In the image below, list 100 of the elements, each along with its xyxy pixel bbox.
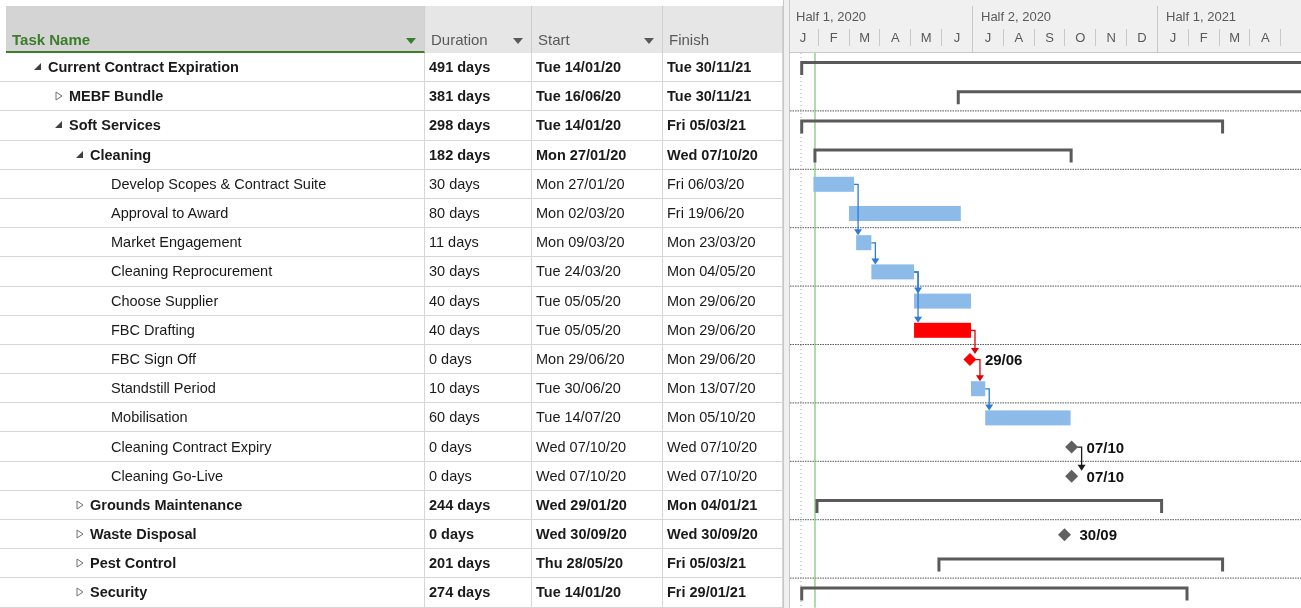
timescale-label: J — [942, 29, 973, 46]
link-line — [970, 329, 976, 350]
table-cell: Wed 30/09/20 — [532, 520, 663, 550]
timescale-label: A — [1003, 29, 1035, 46]
column-header[interactable]: Finish — [663, 6, 783, 53]
link-line — [870, 242, 876, 261]
dropdown-caret-icon — [644, 38, 654, 44]
table-cell: 10 days — [425, 374, 532, 404]
timescale-label: Half 1, 2021 — [1165, 8, 1238, 26]
timescale-label: O — [1065, 29, 1097, 46]
table-cell: 182 days — [425, 140, 532, 170]
table-cell: Tue 05/05/20 — [532, 286, 663, 316]
timescale-label: J — [790, 29, 819, 46]
column-header[interactable]: Task Name — [6, 6, 425, 53]
timescale-label: J — [1158, 29, 1189, 46]
table-cell: Tue 14/01/20 — [532, 111, 663, 141]
timescale-label: A — [1250, 29, 1282, 46]
task-name: Grounds Maintenance — [90, 496, 243, 513]
table-cell: Mon 09/03/20 — [532, 228, 663, 258]
bar-label: 07/10 — [1086, 438, 1125, 456]
table-cell: Mon 29/06/20 — [532, 344, 663, 375]
table-cell: 0 days — [425, 520, 532, 550]
column-header[interactable]: Duration — [425, 6, 532, 53]
task-name: MEBF Bundle — [69, 88, 164, 105]
task-bar[interactable] — [914, 293, 971, 309]
table-cell: 381 days — [425, 82, 532, 112]
table-cell: 0 days — [425, 432, 532, 462]
timescale-label: S — [1034, 29, 1066, 46]
timescale-label: M — [911, 29, 943, 46]
table-cell: Tue 14/01/20 — [532, 53, 663, 83]
expand-caret-icon[interactable] — [55, 91, 63, 102]
link-line — [1076, 446, 1083, 467]
bar-label: 07/10 — [1086, 467, 1125, 485]
task-name: Develop Scopes & Contract Suite — [111, 175, 327, 192]
table-cell: 80 days — [425, 198, 532, 229]
link-line — [975, 358, 981, 377]
milestone-marker[interactable] — [1065, 469, 1079, 483]
table-cell: 11 days — [425, 228, 532, 258]
bar-label: 29/06 — [984, 351, 1023, 368]
summary-bar[interactable] — [800, 61, 1301, 75]
table-cell: Thu 28/05/20 — [532, 549, 663, 579]
collapse-caret-icon[interactable] — [55, 121, 63, 130]
dropdown-caret-icon — [513, 38, 523, 44]
task-name: Choose Supplier — [111, 292, 219, 309]
table-cell: 0 days — [425, 344, 532, 375]
dropdown-caret-icon — [406, 38, 416, 44]
task-name: FBC Sign Off — [111, 350, 197, 367]
task-name: Cleaning Go-Live — [111, 467, 224, 484]
table-cell: 298 days — [425, 111, 532, 141]
task-name: Cleaning Reprocurement — [111, 263, 273, 280]
task-name: Market Engagement — [111, 234, 242, 251]
task-name: Waste Disposal — [90, 526, 197, 543]
table-cell: Wed 07/10/20 — [532, 461, 663, 491]
table-cell: 40 days — [425, 286, 532, 316]
column-header[interactable]: Start — [532, 6, 663, 53]
task-name: Cleaning Contract Expiry — [111, 438, 272, 455]
collapse-caret-icon[interactable] — [76, 150, 84, 159]
timescale-label: F — [818, 29, 850, 46]
timescale-label: M — [849, 29, 881, 46]
summary-bar[interactable] — [813, 148, 1073, 163]
task-name: Cleaning — [90, 146, 152, 163]
table-cell: 30 days — [425, 257, 532, 287]
collapse-caret-icon[interactable] — [34, 63, 42, 72]
table-cell: Mon 02/03/20 — [532, 198, 663, 229]
timescale-label: J — [973, 29, 1004, 46]
expand-caret-icon[interactable] — [76, 558, 84, 569]
table-cell: 244 days — [425, 490, 532, 520]
link-line — [853, 183, 859, 231]
table-cell: Tue 30/06/20 — [532, 374, 663, 404]
table-cell: Mon 27/01/20 — [532, 169, 663, 199]
link-line — [984, 388, 990, 407]
summary-bar[interactable] — [815, 499, 1164, 513]
expand-caret-icon[interactable] — [76, 499, 84, 510]
table-cell: 0 days — [425, 461, 532, 491]
table-cell: Tue 14/07/20 — [532, 403, 663, 433]
task-name: Current Contract Expiration — [48, 59, 239, 76]
table-cell: Tue 16/06/20 — [532, 82, 663, 112]
task-name: FBC Drafting — [111, 321, 195, 338]
milestone-marker[interactable] — [1065, 440, 1079, 454]
task-bar[interactable] — [914, 322, 971, 338]
task-name: Standstill Period — [111, 380, 216, 397]
milestone-marker[interactable] — [1058, 528, 1071, 542]
expand-caret-icon[interactable] — [76, 587, 84, 598]
summary-bar[interactable] — [800, 586, 1189, 601]
task-name: Mobilisation — [111, 409, 188, 426]
task-name: Approval to Award — [111, 205, 229, 222]
timescale-label: Half 2, 2020 — [980, 8, 1053, 26]
summary-bar[interactable] — [956, 90, 1301, 105]
milestone-marker[interactable] — [963, 353, 977, 366]
task-name: Security — [90, 584, 148, 601]
table-cell: 30 days — [425, 169, 532, 199]
timescale-label: D — [1127, 29, 1158, 46]
summary-bar[interactable] — [800, 119, 1225, 134]
table-cell: 60 days — [425, 403, 532, 433]
timescale-label: N — [1096, 29, 1128, 46]
table-cell: Tue 14/01/20 — [532, 578, 663, 608]
expand-caret-icon[interactable] — [76, 529, 84, 540]
table-cell: Wed 29/01/20 — [532, 490, 663, 520]
link-line — [913, 271, 919, 319]
summary-bar[interactable] — [937, 557, 1225, 572]
